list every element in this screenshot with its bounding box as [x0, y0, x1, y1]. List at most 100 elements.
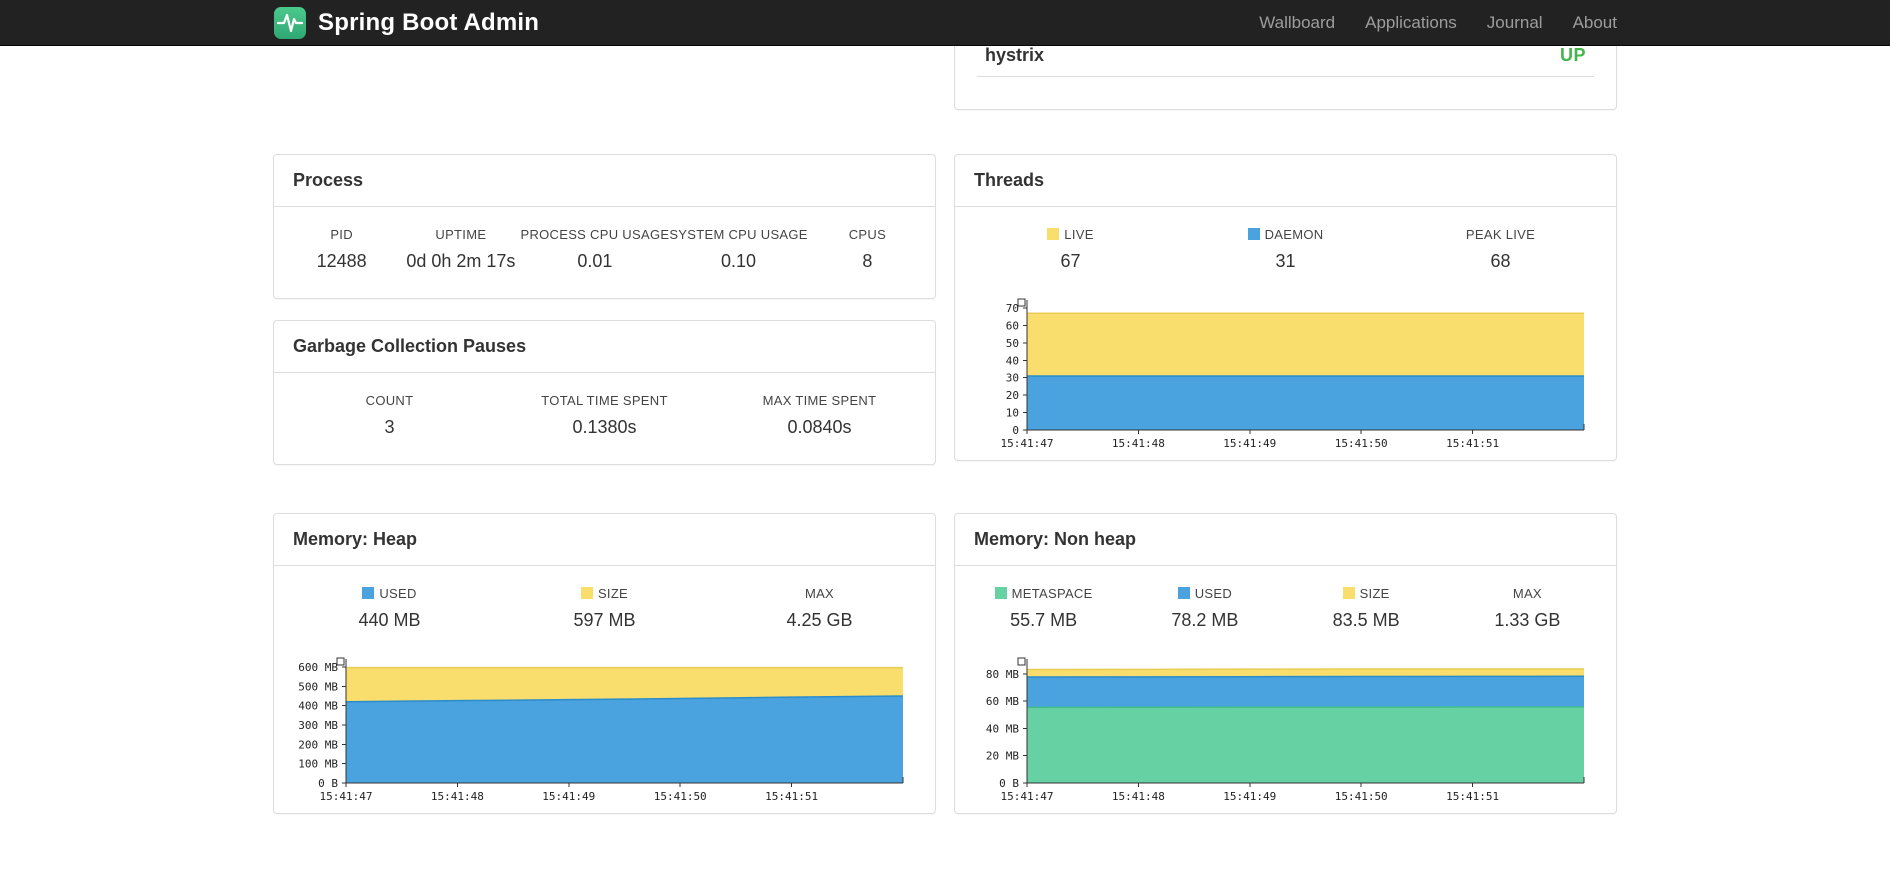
threads-chart: 0 10 20 30 40 50 60 70 15:41:47 15:41:48 15:41:49 1… [1001, 298, 1585, 450]
svg-text:15:41:51: 15:41:51 [765, 790, 818, 803]
heap-size-color-swatch [580, 587, 593, 599]
svg-text:80 MB: 80 MB [986, 668, 1019, 681]
row-2: Memory: Heap USED 440 MB SIZE 597 MB MAX [273, 513, 1617, 814]
svg-text:200 MB: 200 MB [298, 738, 338, 751]
stat-system-cpu-usage: SYSTEM CPU USAGE 0.10 [669, 227, 808, 271]
svg-text:0: 0 [1012, 424, 1019, 437]
legend-heap-used: USED 440 MB [358, 586, 421, 630]
stat-cpus: CPUS 8 [848, 227, 887, 271]
application-name: hystrix [985, 45, 1045, 65]
svg-text:15:41:50: 15:41:50 [1335, 790, 1388, 803]
memory-heap-title: Memory: Heap [274, 514, 935, 566]
legend-heap-max: MAX 4.25 GB [786, 586, 853, 630]
nonheap-chart-wrap: 0 B 20 MB 40 MB 60 MB 80 MB 15:41:47 15:41:48 1… [955, 657, 1616, 813]
nonheap-size-color-swatch [1342, 587, 1355, 599]
stat-pid: PID 12488 [316, 227, 367, 271]
column-right: Threads LIVE 67 DAEMON 31 PEAK LIVE 68 0… [954, 154, 1617, 465]
nav-item-about[interactable]: About [1543, 13, 1617, 33]
svg-text:15:41:50: 15:41:50 [654, 790, 707, 803]
legend-nonheap-max: MAX 1.33 GB [1494, 586, 1561, 630]
main-content: hystrix UP Process PID 12488 UPTIME 0d 0… [273, 20, 1617, 814]
svg-text:15:41:49: 15:41:49 [1223, 790, 1276, 803]
svg-text:15:41:50: 15:41:50 [1335, 437, 1388, 450]
process-panel: Process PID 12488 UPTIME 0d 0h 2m 17s PR… [273, 154, 936, 299]
nav-item-wallboard[interactable]: Wallboard [1229, 13, 1335, 33]
svg-text:15:41:51: 15:41:51 [1446, 437, 1499, 450]
nav-item-applications[interactable]: Applications [1335, 13, 1457, 33]
svg-text:60 MB: 60 MB [986, 695, 1019, 708]
stat-gc-total-time: TOTAL TIME SPENT 0.1380s [541, 393, 668, 437]
svg-text:20: 20 [1006, 389, 1019, 402]
legend-nonheap-used: USED 78.2 MB [1171, 586, 1239, 630]
gc-panel-title: Garbage Collection Pauses [274, 321, 935, 373]
heap-chart-wrap: 0 B 100 MB 200 MB 300 MB 400 MB 500 MB 600 MB 1… [274, 657, 935, 813]
svg-text:15:41:49: 15:41:49 [1223, 437, 1276, 450]
gc-panel: Garbage Collection Pauses COUNT 3 TOTAL … [273, 320, 936, 465]
daemon-color-swatch [1247, 228, 1260, 240]
application-status-badge: UP [1559, 45, 1586, 65]
memory-heap-chart: 0 B 100 MB 200 MB 300 MB 400 MB 500 MB 600 MB 1… [298, 657, 904, 803]
svg-text:0 B: 0 B [318, 777, 338, 790]
svg-text:300 MB: 300 MB [298, 719, 338, 732]
memory-nonheap-title: Memory: Non heap [955, 514, 1616, 566]
svg-text:15:41:51: 15:41:51 [1446, 790, 1499, 803]
metaspace-color-swatch [994, 587, 1007, 599]
memory-nonheap-chart: 0 B 20 MB 40 MB 60 MB 80 MB 15:41:47 15:41:48 1… [986, 657, 1585, 803]
legend-nonheap-size: SIZE 83.5 MB [1332, 586, 1400, 630]
nav-item-journal[interactable]: Journal [1457, 13, 1543, 33]
column-right-2: Memory: Non heap METASPACE 55.7 MB USED … [954, 513, 1617, 814]
svg-text:100 MB: 100 MB [298, 758, 338, 771]
memory-heap-panel: Memory: Heap USED 440 MB SIZE 597 MB MAX [273, 513, 936, 814]
column-left: Process PID 12488 UPTIME 0d 0h 2m 17s PR… [273, 154, 936, 465]
memory-heap-legend: USED 440 MB SIZE 597 MB MAX 4.25 GB [274, 566, 935, 657]
svg-text:10: 10 [1006, 407, 1019, 420]
gc-stats: COUNT 3 TOTAL TIME SPENT 0.1380s MAX TIM… [274, 373, 935, 464]
legend-daemon: DAEMON 31 [1178, 227, 1393, 272]
svg-text:0 B: 0 B [999, 777, 1019, 790]
app-logo-icon [273, 6, 307, 40]
column-left-2: Memory: Heap USED 440 MB SIZE 597 MB MAX [273, 513, 936, 814]
svg-text:15:41:47: 15:41:47 [1001, 790, 1054, 803]
memory-nonheap-legend: METASPACE 55.7 MB USED 78.2 MB SIZE 83.5… [955, 566, 1616, 657]
row-1: Process PID 12488 UPTIME 0d 0h 2m 17s PR… [273, 154, 1617, 465]
svg-text:50: 50 [1006, 337, 1019, 350]
svg-text:40 MB: 40 MB [986, 722, 1019, 735]
stat-gc-count: COUNT 3 [365, 393, 414, 437]
heap-used-color-swatch [362, 587, 375, 599]
page: Spring Boot Admin Wallboard Applications… [0, 0, 1890, 892]
svg-text:15:41:47: 15:41:47 [320, 790, 373, 803]
brand-title: Spring Boot Admin [318, 9, 540, 36]
threads-panel-title: Threads [955, 155, 1616, 207]
svg-text:500 MB: 500 MB [298, 680, 338, 693]
legend-heap-size: SIZE 597 MB [573, 586, 636, 630]
svg-text:20 MB: 20 MB [986, 750, 1019, 763]
svg-text:70: 70 [1006, 302, 1019, 315]
svg-text:600 MB: 600 MB [298, 661, 338, 674]
memory-nonheap-panel: Memory: Non heap METASPACE 55.7 MB USED … [954, 513, 1617, 814]
legend-metaspace: METASPACE 55.7 MB [963, 586, 1124, 631]
svg-text:40: 40 [1006, 354, 1019, 367]
live-color-swatch [1047, 228, 1060, 240]
stat-gc-max-time: MAX TIME SPENT 0.0840s [762, 393, 877, 437]
navbar-inner: Spring Boot Admin Wallboard Applications… [273, 0, 1617, 46]
svg-text:15:41:48: 15:41:48 [1112, 437, 1165, 450]
svg-text:60: 60 [1006, 319, 1019, 332]
stat-process-cpu-usage: PROCESS CPU USAGE 0.01 [520, 227, 670, 271]
navbar: Spring Boot Admin Wallboard Applications… [0, 0, 1890, 46]
app-brand[interactable]: Spring Boot Admin [273, 6, 539, 40]
legend-peak-live: PEAK LIVE 68 [1465, 227, 1536, 271]
svg-text:15:41:47: 15:41:47 [1001, 437, 1054, 450]
stat-uptime: UPTIME 0d 0h 2m 17s [406, 227, 516, 271]
legend-live: LIVE 67 [963, 227, 1178, 272]
svg-text:15:41:49: 15:41:49 [542, 790, 595, 803]
threads-chart-wrap: 0 10 20 30 40 50 60 70 15:41:47 15:41:48 15:41:49 1… [955, 298, 1616, 460]
nonheap-used-color-swatch [1177, 587, 1190, 599]
process-panel-title: Process [274, 155, 935, 207]
svg-text:15:41:48: 15:41:48 [1112, 790, 1165, 803]
svg-text:15:41:48: 15:41:48 [431, 790, 484, 803]
threads-panel: Threads LIVE 67 DAEMON 31 PEAK LIVE 68 0… [954, 154, 1617, 461]
svg-text:400 MB: 400 MB [298, 700, 338, 713]
process-stats: PID 12488 UPTIME 0d 0h 2m 17s PROCESS CP… [274, 207, 935, 298]
svg-text:30: 30 [1006, 372, 1019, 385]
nav-links: Wallboard Applications Journal About [1229, 13, 1617, 33]
